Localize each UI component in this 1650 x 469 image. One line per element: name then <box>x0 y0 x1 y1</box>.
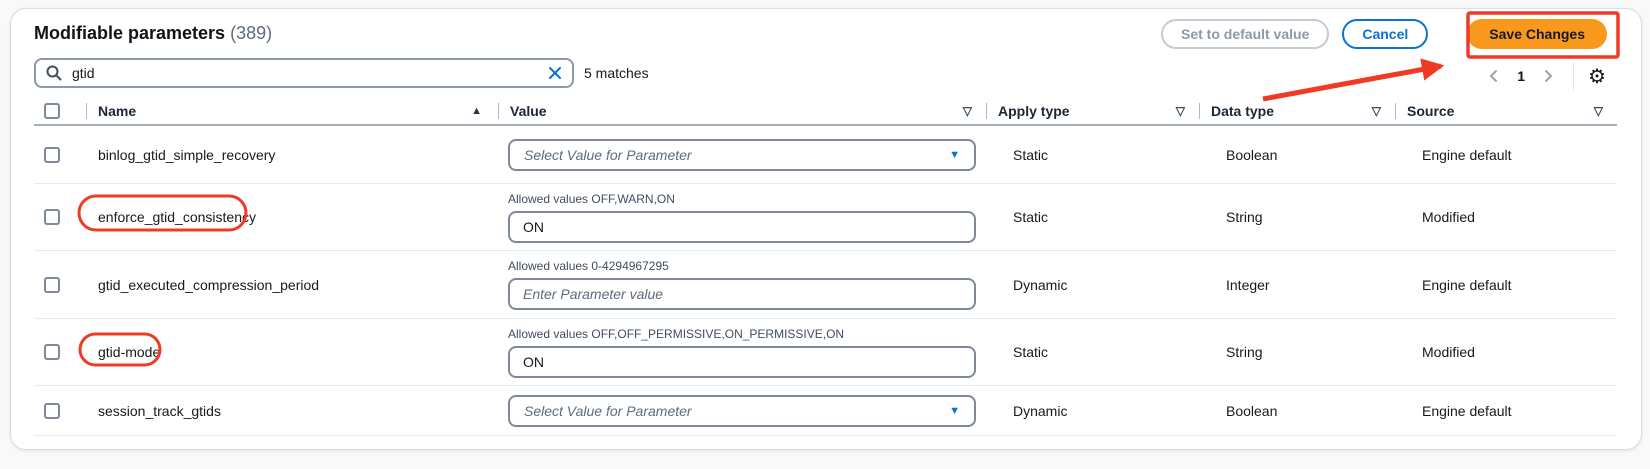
pagination: 1 ⚙ <box>1483 61 1606 91</box>
pager-divider <box>1573 62 1574 90</box>
apply-type-cell: Dynamic <box>986 277 1199 293</box>
apply-type-cell: Static <box>986 344 1199 360</box>
sort-ascending-icon[interactable]: ▲ <box>471 105 482 117</box>
apply-type-cell: Static <box>986 147 1199 163</box>
action-buttons: Set to default value Cancel Save Changes <box>1161 19 1607 49</box>
column-header-data-type[interactable]: Data type ▽ <box>1199 98 1395 124</box>
value-input[interactable] <box>508 346 976 378</box>
row-checkbox[interactable] <box>44 344 60 360</box>
value-input[interactable] <box>508 278 976 310</box>
source-cell: Engine default <box>1395 147 1617 163</box>
table-row: gtid-mode Allowed values OFF,OFF_PERMISS… <box>34 319 1617 386</box>
chevron-down-icon: ▼ <box>949 405 960 417</box>
column-header-apply-type[interactable]: Apply type ▽ <box>986 98 1199 124</box>
filter-icon[interactable]: ▽ <box>963 104 972 118</box>
modifiable-parameters-panel: Modifiable parameters (389) Set to defau… <box>10 8 1642 450</box>
page-title: Modifiable parameters (389) <box>34 23 272 44</box>
row-checkbox[interactable] <box>44 403 60 419</box>
value-select[interactable]: Select Value for Parameter ▼ <box>508 395 976 427</box>
parameter-name: gtid-mode <box>86 344 498 360</box>
row-checkbox[interactable] <box>44 147 60 163</box>
source-cell: Engine default <box>1395 403 1617 419</box>
clear-search-icon[interactable] <box>548 66 562 80</box>
row-checkbox[interactable] <box>44 209 60 225</box>
source-cell: Modified <box>1395 344 1617 360</box>
table-header-row: Name ▲ Value ▽ Apply type ▽ Data type ▽ … <box>34 98 1617 126</box>
chevron-down-icon: ▼ <box>949 149 960 161</box>
column-label: Data type <box>1211 103 1274 119</box>
select-placeholder: Select Value for Parameter <box>524 403 692 419</box>
search-icon <box>46 65 62 81</box>
source-cell: Modified <box>1395 209 1617 225</box>
row-checkbox[interactable] <box>44 277 60 293</box>
source-cell: Engine default <box>1395 277 1617 293</box>
set-to-default-button[interactable]: Set to default value <box>1161 19 1329 49</box>
table-row: session_track_gtids Select Value for Par… <box>34 386 1617 436</box>
column-header-value[interactable]: Value ▽ <box>498 98 986 124</box>
column-label: Value <box>510 103 547 119</box>
filter-icon[interactable]: ▽ <box>1372 104 1381 118</box>
previous-page-icon[interactable] <box>1483 65 1505 87</box>
filter-icon[interactable]: ▽ <box>1594 104 1603 118</box>
value-input[interactable] <box>508 211 976 243</box>
table-row: gtid_executed_compression_period Allowed… <box>34 251 1617 319</box>
column-label: Name <box>98 103 136 119</box>
table-row: enforce_gtid_consistency Allowed values … <box>34 184 1617 251</box>
data-type-cell: Boolean <box>1199 403 1395 419</box>
column-label: Source <box>1407 103 1454 119</box>
data-type-cell: String <box>1199 344 1395 360</box>
search-input[interactable] <box>70 64 548 82</box>
column-header-name[interactable]: Name ▲ <box>86 98 498 124</box>
parameter-name: session_track_gtids <box>86 403 498 419</box>
data-type-cell: Integer <box>1199 277 1395 293</box>
allowed-values-label: Allowed values OFF,WARN,ON <box>508 192 986 206</box>
parameters-table: Name ▲ Value ▽ Apply type ▽ Data type ▽ … <box>11 98 1641 436</box>
allowed-values-label: Allowed values OFF,OFF_PERMISSIVE,ON_PER… <box>508 327 986 341</box>
parameter-name: binlog_gtid_simple_recovery <box>86 147 498 163</box>
apply-type-cell: Dynamic <box>986 403 1199 419</box>
settings-gear-icon[interactable]: ⚙ <box>1588 66 1606 86</box>
table-row: binlog_gtid_simple_recovery Select Value… <box>34 126 1617 184</box>
column-header-source[interactable]: Source ▽ <box>1395 98 1617 124</box>
page-number[interactable]: 1 <box>1505 68 1537 84</box>
save-changes-button[interactable]: Save Changes <box>1467 19 1607 49</box>
cancel-button[interactable]: Cancel <box>1342 19 1428 49</box>
value-select[interactable]: Select Value for Parameter ▼ <box>508 139 976 171</box>
next-page-icon[interactable] <box>1537 65 1559 87</box>
data-type-cell: String <box>1199 209 1395 225</box>
filter-icon[interactable]: ▽ <box>1176 104 1185 118</box>
page-title-text: Modifiable parameters <box>34 23 225 43</box>
parameter-name: gtid_executed_compression_period <box>86 277 498 293</box>
parameter-name: enforce_gtid_consistency <box>86 209 498 225</box>
column-label: Apply type <box>998 103 1070 119</box>
search-input-container <box>34 58 574 88</box>
allowed-values-label: Allowed values 0-4294967295 <box>508 259 986 273</box>
select-placeholder: Select Value for Parameter <box>524 147 692 163</box>
parameter-count: (389) <box>230 23 272 43</box>
apply-type-cell: Static <box>986 209 1199 225</box>
select-all-checkbox[interactable] <box>44 103 60 119</box>
match-count: 5 matches <box>584 65 649 81</box>
data-type-cell: Boolean <box>1199 147 1395 163</box>
